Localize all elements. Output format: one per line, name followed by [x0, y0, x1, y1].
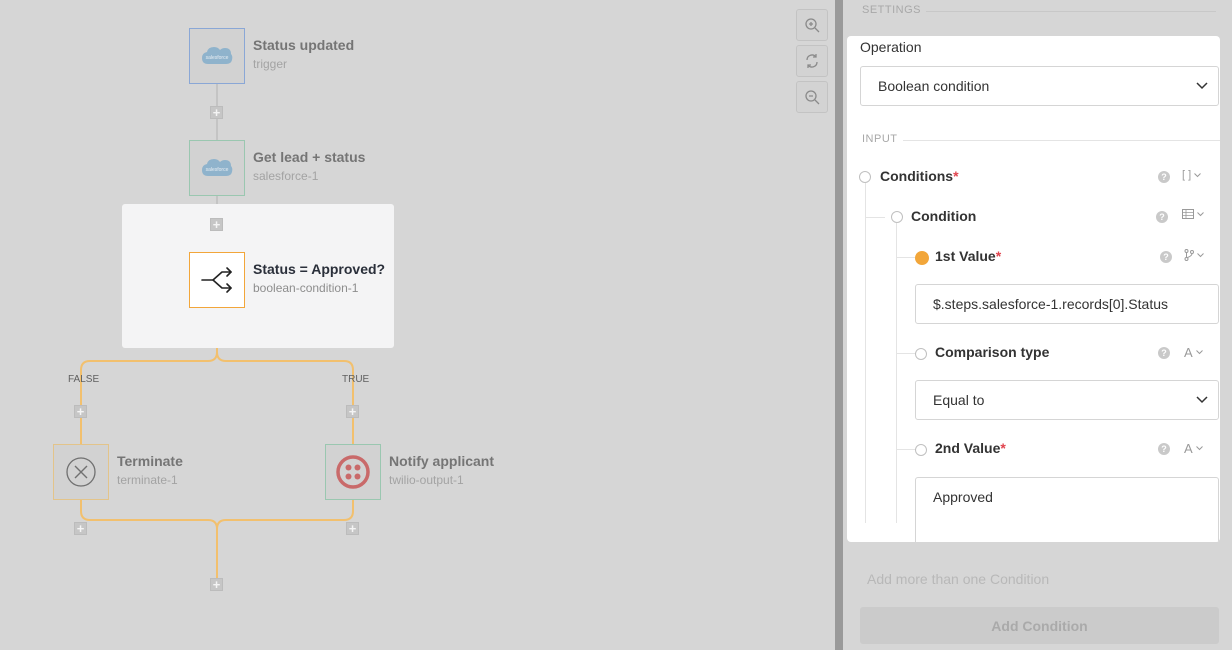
svg-text:salesforce: salesforce	[206, 167, 229, 173]
chevron-down-icon	[1197, 252, 1204, 257]
condition-toggle[interactable]	[891, 211, 903, 223]
condition-type-select[interactable]	[1182, 209, 1204, 219]
step-title: Status updated	[253, 37, 355, 53]
first-value-text: $.steps.salesforce-1.records[0].Status	[933, 296, 1168, 312]
settings-section-header: SETTINGS	[862, 4, 922, 16]
text-type-icon: A	[1184, 441, 1193, 456]
help-icon[interactable]: ?	[1156, 211, 1168, 223]
false-branch-label: FALSE	[68, 374, 100, 385]
chevron-down-icon	[1197, 211, 1204, 216]
add-step-button[interactable]: +	[346, 405, 359, 418]
second-value-label: 2nd Value*	[935, 440, 1006, 456]
salesforce-cloud-icon: salesforce	[202, 47, 233, 64]
first-value-toggle[interactable]	[915, 251, 929, 265]
svg-text:salesforce: salesforce	[206, 55, 229, 61]
conditions-toggle[interactable]	[859, 171, 871, 183]
add-step-button[interactable]: +	[210, 578, 223, 591]
operation-select[interactable]: Boolean condition	[860, 66, 1219, 106]
add-more-hint: Add more than one Condition	[867, 571, 1050, 587]
operation-value: Boolean condition	[878, 78, 990, 94]
comparison-type-label: Comparison type	[935, 344, 1050, 360]
step-subtitle: boolean-condition-1	[253, 281, 359, 295]
add-step-button[interactable]: +	[74, 405, 87, 418]
zoom-out-icon	[805, 90, 820, 105]
twilio-icon	[336, 455, 370, 489]
conditions-type-select[interactable]: [ ]	[1182, 169, 1202, 181]
zoom-in-icon	[805, 18, 820, 33]
first-value-type-select[interactable]	[1184, 249, 1204, 261]
step-title: Get lead + status	[253, 149, 366, 165]
second-value-toggle[interactable]	[915, 444, 927, 456]
add-condition-button[interactable]: Add Condition	[860, 607, 1219, 644]
condition-label: Condition	[911, 208, 977, 224]
branch-split-icon	[201, 267, 232, 293]
close-circle-icon	[66, 457, 96, 487]
help-icon[interactable]: ?	[1158, 347, 1170, 359]
second-value-textarea[interactable]: Approved	[915, 477, 1219, 542]
input-section-header: INPUT	[862, 133, 898, 145]
step-subtitle: terminate-1	[117, 473, 178, 487]
step-title: Terminate	[117, 453, 183, 469]
comparison-type-select[interactable]: A	[1184, 345, 1203, 360]
operation-label: Operation	[860, 39, 922, 55]
add-step-button[interactable]: +	[346, 522, 359, 535]
add-step-button[interactable]: +	[210, 218, 223, 231]
second-value-type-select[interactable]: A	[1184, 441, 1203, 456]
step-subtitle: salesforce-1	[253, 169, 319, 183]
chevron-down-icon	[1196, 396, 1208, 404]
zoom-out-button[interactable]	[796, 81, 828, 113]
help-icon[interactable]: ?	[1158, 443, 1170, 455]
jsonpath-type-icon	[1184, 249, 1194, 261]
first-value-label: 1st Value*	[935, 248, 1002, 264]
true-branch-label: TRUE	[342, 374, 370, 385]
chevron-down-icon	[1195, 350, 1203, 355]
workflow-canvas[interactable]: + + + + + + + salesforce Status updated …	[0, 0, 835, 650]
help-icon[interactable]: ?	[1158, 171, 1170, 183]
zoom-in-button[interactable]	[796, 9, 828, 41]
conditions-label: Conditions*	[880, 168, 959, 184]
help-icon[interactable]: ?	[1160, 251, 1172, 263]
condition-settings-card: Operation Boolean condition INPUT Condit…	[847, 36, 1220, 542]
reset-view-button[interactable]	[796, 45, 828, 77]
step-title: Status = Approved?	[253, 261, 386, 277]
reset-view-icon	[806, 54, 818, 68]
second-value-text: Approved	[933, 489, 993, 505]
list-type-icon: [ ]	[1182, 169, 1192, 181]
step-subtitle: twilio-output-1	[389, 473, 464, 487]
step-title: Notify applicant	[389, 453, 495, 469]
chevron-down-icon	[1196, 82, 1208, 90]
comparison-type-toggle[interactable]	[915, 348, 927, 360]
text-type-icon: A	[1184, 345, 1193, 360]
comparison-type-dropdown[interactable]: Equal to	[915, 380, 1219, 420]
step-subtitle: trigger	[253, 57, 288, 71]
panel-resize-handle[interactable]	[835, 0, 843, 650]
comparison-type-value: Equal to	[933, 392, 985, 408]
step-boolean-condition[interactable]	[189, 252, 245, 308]
step-terminate[interactable]	[53, 444, 109, 500]
step-get-lead[interactable]: salesforce	[189, 140, 245, 196]
object-type-icon	[1182, 209, 1194, 219]
chevron-down-icon	[1194, 172, 1202, 177]
step-status-updated[interactable]: salesforce	[189, 28, 245, 84]
add-step-button[interactable]: +	[74, 522, 87, 535]
salesforce-cloud-icon: salesforce	[202, 159, 233, 176]
add-step-button[interactable]: +	[210, 106, 223, 119]
first-value-input[interactable]: $.steps.salesforce-1.records[0].Status	[915, 284, 1219, 324]
chevron-down-icon	[1195, 446, 1203, 451]
step-notify-applicant[interactable]	[325, 444, 381, 500]
